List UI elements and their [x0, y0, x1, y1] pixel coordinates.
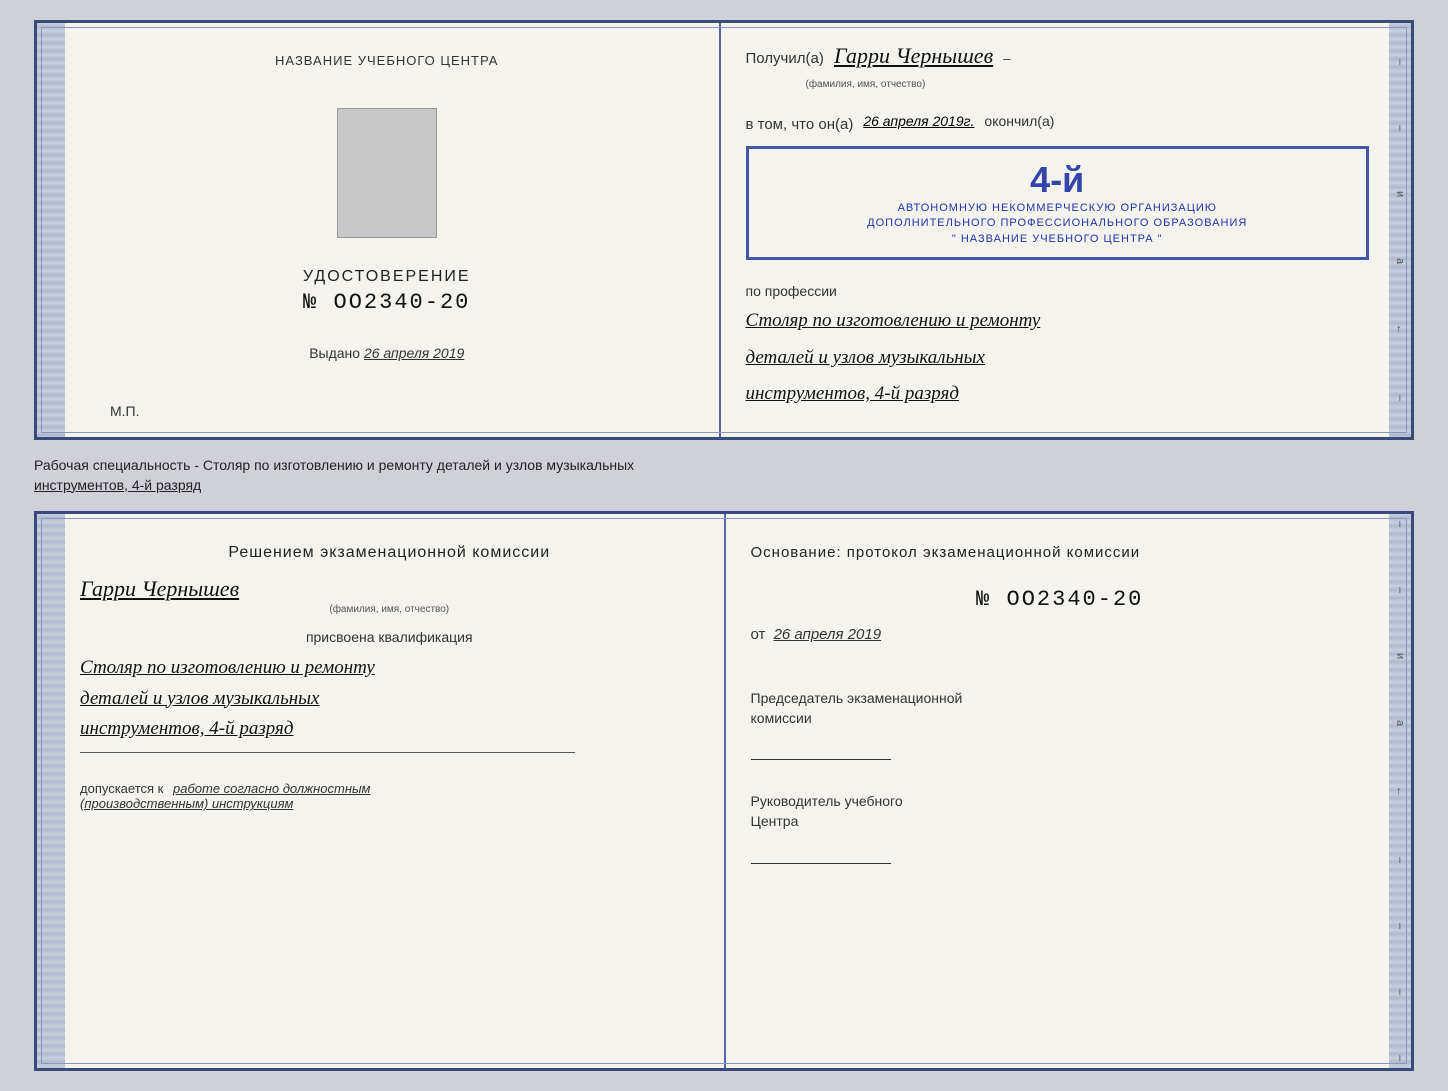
side-dash-3: – [1394, 587, 1406, 593]
bottom-left-panel: Решением экзаменационной комиссии Гарри … [65, 514, 726, 1068]
protocol-number: № OO2340-20 [751, 587, 1370, 612]
allowed-text: допускается к работе согласно должностны… [80, 781, 699, 811]
side-letter-2: – [1394, 125, 1406, 131]
commission-title: Решением экзаменационной комиссии [80, 544, 699, 562]
diploma-right-panel: Получил(а) Гарри Чернышев – (фамилия, им… [721, 23, 1390, 437]
date-value: 26 апреля 2019 [774, 626, 881, 643]
issued-label: Выдано [309, 345, 360, 361]
side-arrow-b: ← [1394, 786, 1406, 797]
head-block: Руководитель учебного Центра [751, 792, 1370, 879]
date-prefix: от [751, 626, 766, 643]
qual-line3: инструментов, 4-й разряд [80, 714, 699, 744]
fio-label-top: (фамилия, имя, отчество) [806, 79, 1370, 90]
stamp-box: 4-й АВТОНОМНУЮ НЕКОММЕРЧЕСКУЮ ОРГАНИЗАЦИ… [746, 146, 1370, 260]
left-decorative-strip-bottom [37, 514, 65, 1068]
chair-signature-line [751, 748, 891, 760]
mp-label: М.П. [110, 403, 140, 419]
stamp-line2: ДОПОЛНИТЕЛЬНОГО ПРОФЕССИОНАЛЬНОГО ОБРАЗО… [763, 216, 1353, 231]
issued-line: Выдано 26 апреля 2019 [309, 345, 464, 361]
basis-title: Основание: протокол экзаменационной коми… [751, 544, 1370, 561]
diploma-top: НАЗВАНИЕ УЧЕБНОГО ЦЕНТРА УДОСТОВЕРЕНИЕ №… [34, 20, 1414, 440]
vtom-prefix: в том, что он(а) [746, 116, 854, 133]
protocol-date: от 26 апреля 2019 [751, 626, 1370, 643]
separator-line1: Рабочая специальность - Столяр по изгото… [34, 457, 634, 473]
side-letter-arrow: ← [1394, 324, 1406, 335]
cert-number: № OO2340-20 [303, 290, 470, 315]
profession-label: по профессии [746, 283, 1370, 299]
right-decorative-strip-top: – – и а ← – [1389, 23, 1411, 437]
side-letter-dash1: – [1394, 395, 1406, 401]
stamp-line1: АВТОНОМНУЮ НЕКОММЕРЧЕСКУЮ ОРГАНИЗАЦИЮ [763, 201, 1353, 216]
chair-label: Председатель экзаменационной комиссии [751, 689, 1370, 728]
fio-label-bottom: (фамилия, имя, отчество) [80, 604, 699, 615]
recipient-line: Получил(а) Гарри Чернышев – [746, 43, 1370, 69]
diploma-bottom: Решением экзаменационной комиссии Гарри … [34, 511, 1414, 1071]
allowed-prefix: допускается к [80, 781, 163, 796]
side-letter-and: и [1394, 191, 1406, 197]
stamp-rank: 4-й [763, 159, 1353, 201]
profession-line1: Столяр по изготовлению и ремонту [746, 307, 1370, 336]
assigned-label: присвоена квалификация [80, 629, 699, 645]
side-dash-6: – [1394, 989, 1406, 995]
training-center-title: НАЗВАНИЕ УЧЕБНОГО ЦЕНТРА [275, 53, 498, 68]
qual-line2: деталей и узлов музыкальных [80, 684, 699, 714]
vtom-line: в том, что он(а) 26 апреля 2019г. окончи… [746, 108, 1370, 133]
profession-line2: деталей и узлов музыкальных [746, 344, 1370, 373]
photo-placeholder [337, 108, 437, 238]
side-dash-2: – [1394, 521, 1406, 527]
head-signature-line [751, 852, 891, 864]
qual-line1: Столяр по изготовлению и ремонту [80, 653, 699, 683]
recipient-prefix: Получил(а) [746, 50, 824, 67]
side-letter-a: а [1394, 258, 1406, 264]
vtom-date: 26 апреля 2019г. [863, 113, 974, 129]
side-dash-4: – [1394, 857, 1406, 863]
bottom-right-panel: Основание: протокол экзаменационной коми… [726, 514, 1390, 1068]
head-label: Руководитель учебного Центра [751, 792, 1370, 831]
allowed-value: работе согласно должностным [173, 781, 370, 796]
person-name-bottom: Гарри Чернышев [80, 576, 699, 602]
left-decorative-strip [37, 23, 65, 437]
okoncil-label: окончил(а) [984, 113, 1054, 129]
allowed-value2: (производственным) инструкциям [80, 796, 293, 811]
chairman-block: Председатель экзаменационной комиссии [751, 689, 1370, 776]
profession-line3: инструментов, 4-й разряд [746, 380, 1370, 409]
side-a-b: а [1394, 720, 1406, 726]
diploma-left-panel: НАЗВАНИЕ УЧЕБНОГО ЦЕНТРА УДОСТОВЕРЕНИЕ №… [65, 23, 721, 437]
side-letter-1: – [1394, 59, 1406, 65]
stamp-line3: " НАЗВАНИЕ УЧЕБНОГО ЦЕНТРА " [763, 232, 1353, 247]
recipient-name: Гарри Чернышев [834, 43, 993, 68]
right-decorative-strip-bottom: – – – и а ← – – – – – [1389, 514, 1411, 1068]
side-dash-5: – [1394, 923, 1406, 929]
side-and-b: и [1394, 653, 1406, 659]
issued-date: 26 апреля 2019 [364, 345, 464, 361]
separator-section: Рабочая специальность - Столяр по изгото… [34, 452, 1414, 499]
separator-line2: инструментов, 4-й разряд [34, 477, 201, 493]
cert-label: УДОСТОВЕРЕНИЕ [303, 268, 471, 286]
side-dash-7: – [1394, 1055, 1406, 1061]
